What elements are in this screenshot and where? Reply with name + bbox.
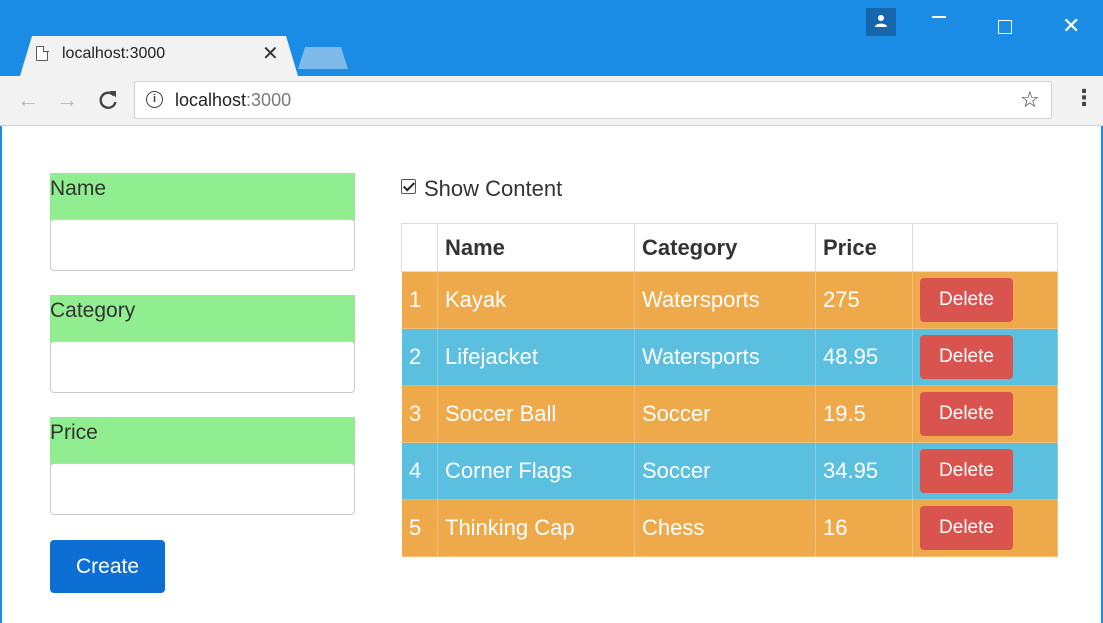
category-input[interactable]: [50, 341, 355, 393]
delete-button[interactable]: Delete: [920, 506, 1013, 550]
minimize-icon[interactable]: [932, 16, 946, 18]
row-price: 275: [815, 271, 913, 329]
table-row: 2 Lifejacket Watersports 48.95 Delete: [401, 328, 1058, 386]
row-name: Thinking Cap: [437, 499, 635, 557]
row-name: Soccer Ball: [437, 385, 635, 443]
row-index: 5: [401, 499, 438, 557]
row-actions: Delete: [912, 385, 1058, 443]
window-close-icon[interactable]: ✕: [1062, 15, 1080, 37]
price-input[interactable]: [50, 463, 355, 515]
name-label: Name: [50, 173, 355, 221]
profile-icon[interactable]: [866, 8, 896, 36]
row-index: 2: [401, 328, 438, 386]
row-price: 16: [815, 499, 913, 557]
table-row: 3 Soccer Ball Soccer 19.5 Delete: [401, 385, 1058, 443]
show-content-label: Show Content: [424, 176, 563, 201]
new-tab-button[interactable]: [298, 47, 348, 69]
row-price: 19.5: [815, 385, 913, 443]
row-price: 34.95: [815, 442, 913, 500]
url-host: localhost: [175, 90, 247, 110]
person-icon: [875, 15, 887, 27]
tab-title: localhost:3000: [62, 45, 166, 62]
tab-close-icon[interactable]: ✕: [262, 42, 279, 66]
products-table: Name Category Price 1 Kayak Watersports …: [401, 223, 1058, 557]
row-name: Corner Flags: [437, 442, 635, 500]
row-name: Lifejacket: [437, 328, 635, 386]
row-category: Watersports: [634, 328, 816, 386]
forward-arrow-icon[interactable]: →: [56, 87, 78, 113]
reload-icon[interactable]: [97, 87, 119, 116]
header-index: [401, 223, 438, 272]
table-header-row: Name Category Price: [401, 223, 1058, 272]
table-row: 1 Kayak Watersports 275 Delete: [401, 271, 1058, 329]
delete-button[interactable]: Delete: [920, 278, 1013, 322]
info-icon[interactable]: i: [146, 91, 163, 108]
url-port: :3000: [246, 90, 292, 110]
table-row: 5 Thinking Cap Chess 16 Delete: [401, 499, 1058, 557]
row-index: 1: [401, 271, 438, 329]
delete-button[interactable]: Delete: [920, 392, 1013, 436]
header-price: Price: [815, 223, 913, 272]
row-index: 3: [401, 385, 438, 443]
table-row: 4 Corner Flags Soccer 34.95 Delete: [401, 442, 1058, 500]
star-icon[interactable]: ☆: [1020, 88, 1040, 112]
delete-button[interactable]: Delete: [920, 335, 1013, 379]
row-price: 48.95: [815, 328, 913, 386]
row-index: 4: [401, 442, 438, 500]
url-text[interactable]: localhost:3000: [175, 90, 291, 111]
show-content-checkbox[interactable]: [401, 179, 416, 194]
delete-button[interactable]: Delete: [920, 449, 1013, 493]
row-category: Watersports: [634, 271, 816, 329]
category-label: Category: [50, 295, 355, 343]
header-name: Name: [437, 223, 635, 272]
row-actions: Delete: [912, 499, 1058, 557]
back-arrow-icon[interactable]: ←: [17, 87, 39, 113]
row-actions: Delete: [912, 442, 1058, 500]
row-category: Chess: [634, 499, 816, 557]
header-category: Category: [634, 223, 816, 272]
row-actions: Delete: [912, 271, 1058, 329]
row-category: Soccer: [634, 442, 816, 500]
maximize-icon[interactable]: [998, 20, 1012, 34]
price-label: Price: [50, 417, 355, 465]
page-icon: [36, 45, 49, 61]
show-content-toggle[interactable]: Show Content: [401, 176, 562, 202]
row-actions: Delete: [912, 328, 1058, 386]
kebab-menu-icon[interactable]: ⋮: [1073, 86, 1095, 110]
name-input[interactable]: [50, 219, 355, 271]
row-category: Soccer: [634, 385, 816, 443]
header-actions: [912, 223, 1058, 272]
create-button[interactable]: Create: [50, 540, 165, 593]
row-name: Kayak: [437, 271, 635, 329]
